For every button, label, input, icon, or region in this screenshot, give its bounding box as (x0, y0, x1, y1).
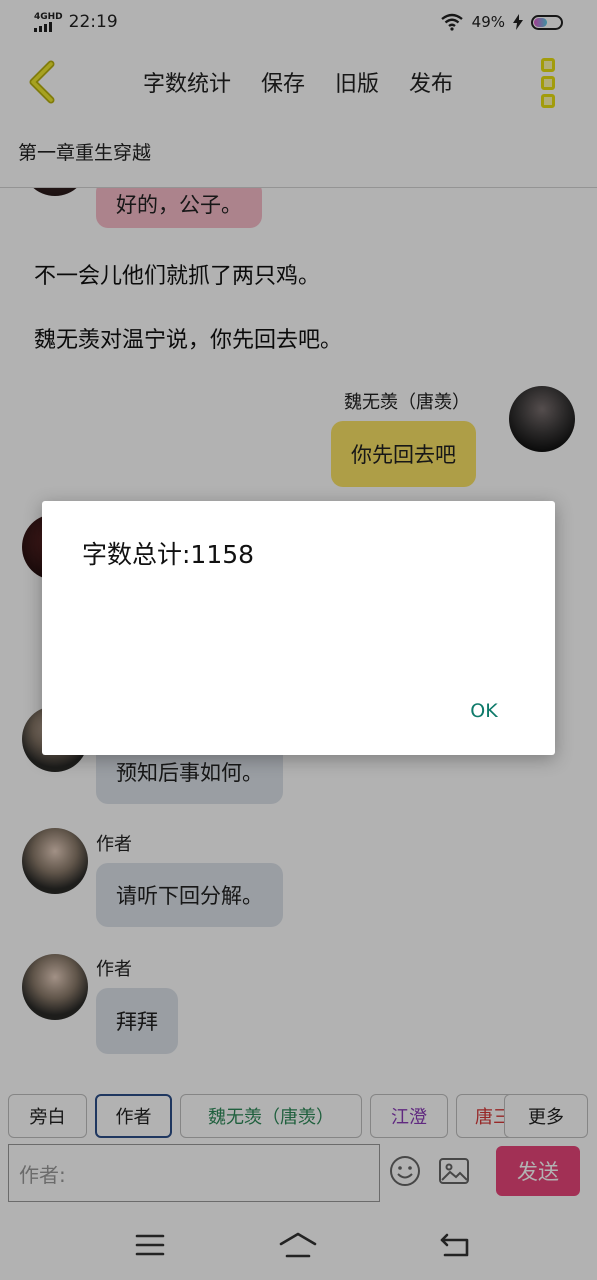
ok-button[interactable]: OK (454, 693, 514, 729)
dialog-message: 字数总计:1158 (82, 540, 255, 569)
word-count-dialog: 字数总计:1158 OK (42, 501, 555, 755)
app-screen: 4GHD 22:19 49% 字数统计 保存 旧版 发布 第一章重生穿越 好的，… (0, 0, 597, 1280)
